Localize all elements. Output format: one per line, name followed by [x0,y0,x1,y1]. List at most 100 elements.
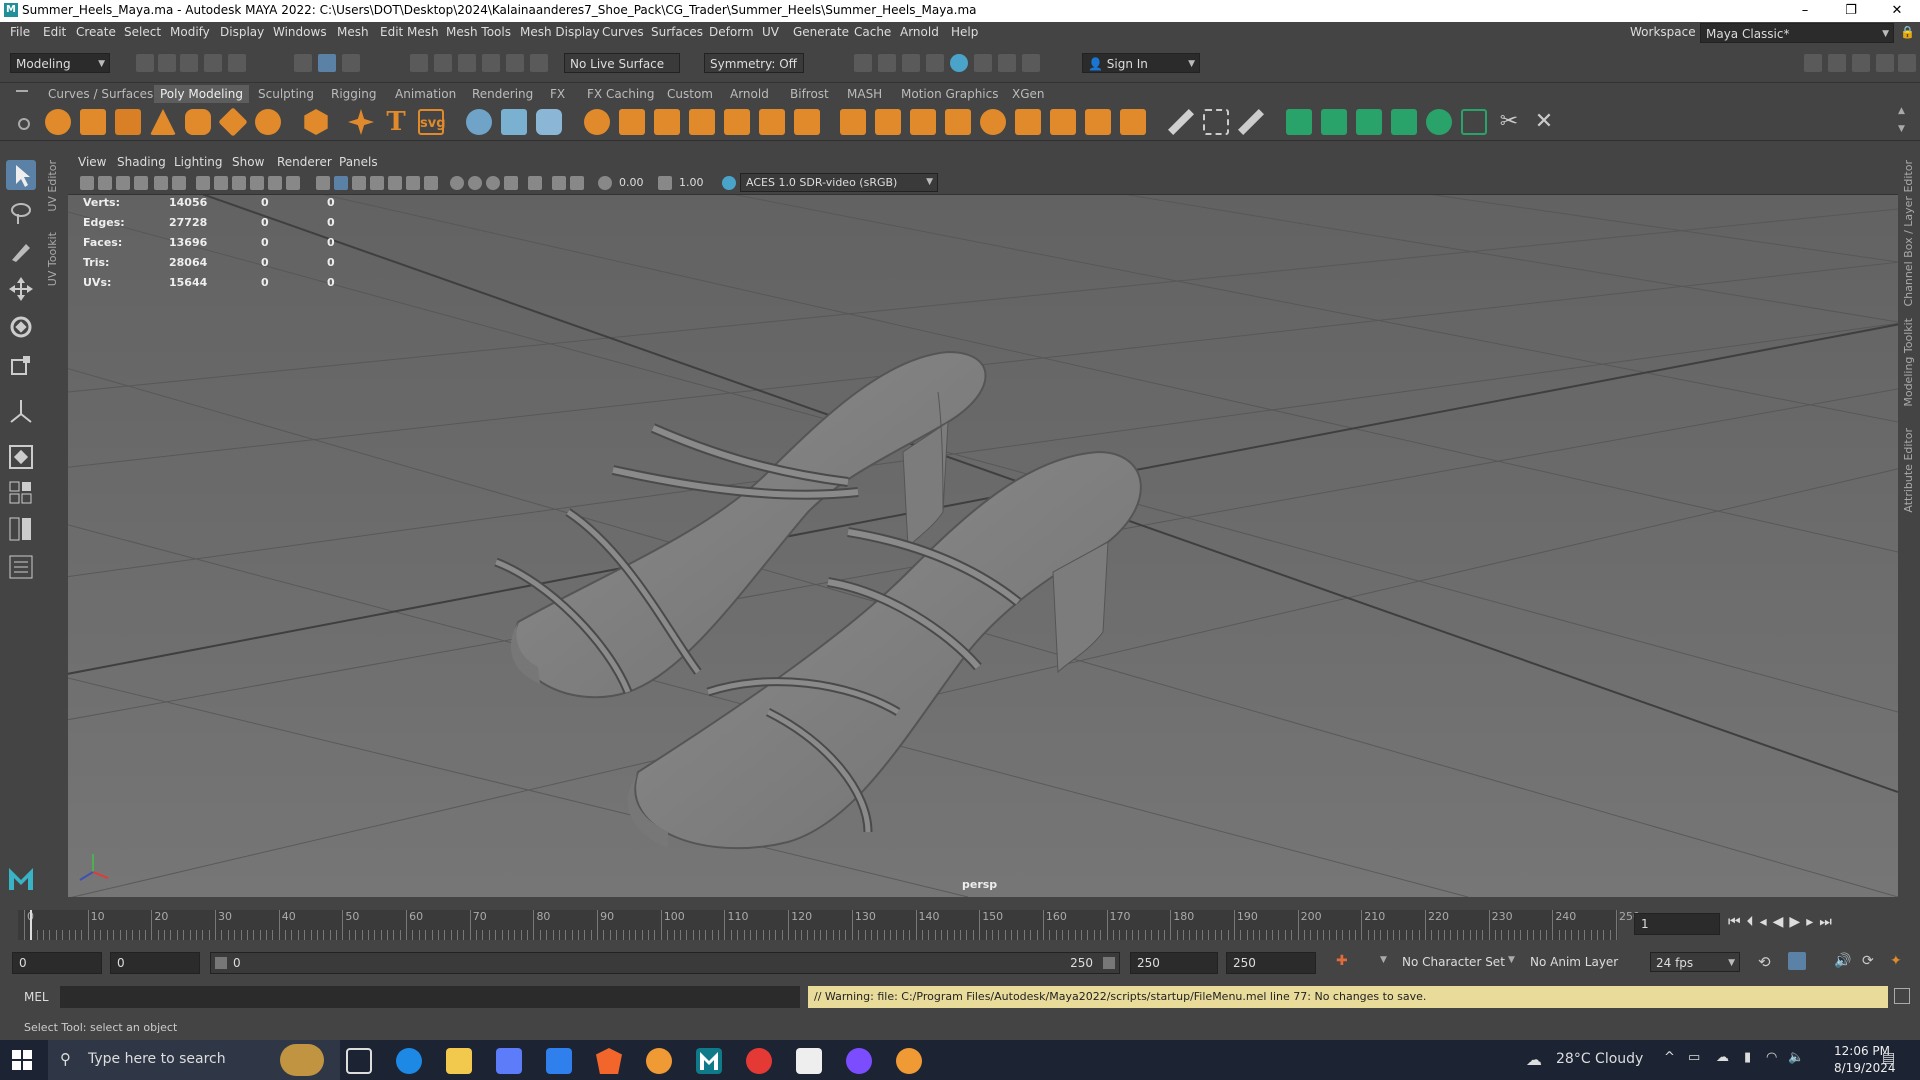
start-time-field[interactable]: 0 [12,952,102,974]
four-view-layout-icon[interactable] [6,478,36,508]
uv-tool-icon[interactable] [501,109,527,135]
snap-grid-icon[interactable] [410,54,428,72]
boolean-icon[interactable] [724,109,750,135]
blender-icon[interactable] [646,1048,672,1074]
side-tab-channel-box[interactable]: Channel Box / Layer Editor [1902,160,1915,307]
chevron-down-icon[interactable]: ▼ [1508,955,1515,965]
timeline-settings-icon[interactable] [1788,952,1806,970]
open-scene-icon[interactable] [158,54,176,72]
toggle-attribute-editor-icon[interactable] [1828,54,1846,72]
live-surface-field[interactable]: No Live Surface [564,53,680,73]
maximize-button[interactable]: ❐ [1828,0,1874,22]
select-tool-icon[interactable] [6,160,36,190]
uv-cylindrical-icon[interactable] [1321,109,1347,135]
depth-of-field-icon[interactable] [504,176,518,190]
move-tool-icon[interactable] [6,274,36,304]
menu-mesh[interactable]: Mesh [337,25,369,39]
menu-edit[interactable]: Edit [43,25,66,39]
side-tab-uv-toolkit[interactable]: UV Toolkit [46,232,59,286]
panel-menu-view[interactable]: View [78,155,106,169]
snap-curve-icon[interactable] [434,54,452,72]
tab-fx[interactable]: FX [550,87,565,101]
lock-icon[interactable]: 🔒 [1900,25,1915,39]
tab-rigging[interactable]: Rigging [331,87,376,101]
fps-dropdown[interactable]: 24 fps ▼ [1650,952,1740,972]
uv-unfold-icon[interactable] [1426,109,1452,135]
minimize-button[interactable]: – [1782,0,1828,22]
gamma-icon[interactable] [658,176,672,190]
volume-icon[interactable]: 🔈 [1788,1050,1804,1065]
panel-menu-lighting[interactable]: Lighting [174,155,223,169]
color-management-icon[interactable] [722,176,736,190]
scale-tool-icon[interactable] [6,350,36,380]
offset-edge-loop-icon[interactable] [1050,109,1076,135]
discord-icon[interactable] [846,1048,872,1074]
tab-arnold[interactable]: Arnold [730,87,769,101]
panel-menu-shading[interactable]: Shading [117,155,166,169]
symmetry-dropdown[interactable]: Symmetry: Off [704,53,804,73]
system-tray-icon[interactable]: ▭ [1688,1050,1700,1065]
select-camera-icon[interactable] [80,176,94,190]
gear-icon[interactable] [18,118,30,130]
microsoft-store-icon[interactable] [496,1048,522,1074]
2d-pan-zoom-icon[interactable] [154,176,168,190]
crease-tool-icon[interactable] [1203,109,1229,135]
exposure-icon[interactable] [598,176,612,190]
render-frame-icon[interactable] [878,54,896,72]
blender-alt-icon[interactable] [896,1048,922,1074]
bevel-icon[interactable] [875,109,901,135]
menu-edit-mesh[interactable]: Edit Mesh [380,25,439,39]
range-end-handle[interactable] [1103,957,1115,969]
step-back-key-icon[interactable]: ⏴ [1747,914,1760,930]
uv-cut-icon[interactable]: ✂ [1496,109,1522,135]
menu-arnold[interactable]: Arnold [900,25,939,39]
use-all-lights-icon[interactable] [406,176,420,190]
wireframe-on-shaded-icon[interactable] [370,176,384,190]
poly-plane-icon[interactable] [218,107,248,137]
snap-view-icon[interactable] [482,54,500,72]
tab-animation[interactable]: Animation [395,87,456,101]
wifi-icon[interactable]: ◠ [1766,1050,1777,1065]
two-view-layout-icon[interactable] [6,514,36,544]
select-object-icon[interactable] [318,54,336,72]
go-to-start-icon[interactable]: ⏮ [1728,914,1747,930]
uv-planar-icon[interactable] [1286,109,1312,135]
battery-icon[interactable]: ▮ [1744,1050,1751,1065]
paint-tool-icon[interactable] [1238,109,1264,135]
onedrive-icon[interactable]: ☁ [1716,1050,1729,1065]
poly-cone-icon[interactable] [150,109,176,135]
menu-deform[interactable]: Deform [709,25,754,39]
wireframe-icon[interactable] [316,176,330,190]
ipr-render-icon[interactable] [902,54,920,72]
photos-app-icon[interactable] [796,1048,822,1074]
separate-icon[interactable] [619,109,645,135]
current-frame-field[interactable]: 1 [1634,913,1720,935]
camera-attributes-icon[interactable] [98,176,112,190]
smooth-icon[interactable] [654,109,680,135]
menu-create[interactable]: Create [76,25,116,39]
smooth-shade-icon[interactable] [334,176,348,190]
select-component-icon[interactable] [342,54,360,72]
script-language-label[interactable]: MEL [24,990,49,1004]
rotate-tool-icon[interactable] [6,312,36,342]
pause-icon[interactable] [1022,54,1040,72]
xray-icon[interactable] [552,176,566,190]
command-input[interactable] [60,986,800,1008]
taskbar-search-box[interactable]: ⚲ Type here to search [48,1040,340,1080]
menu-generate[interactable]: Generate [793,25,849,39]
textured-icon[interactable] [388,176,402,190]
save-scene-icon[interactable] [180,54,198,72]
sculpt-tool-icon[interactable] [466,109,492,135]
single-perspective-layout-icon[interactable] [6,442,36,472]
show-manipulator-icon[interactable] [6,396,36,426]
tab-mash[interactable]: MASH [847,87,882,101]
insert-edge-loop-icon[interactable] [1015,109,1041,135]
poly-sphere-icon[interactable] [45,109,71,135]
maya-taskbar-icon[interactable] [696,1048,722,1074]
resolution-gate-icon[interactable] [232,176,246,190]
fill-hole-icon[interactable] [794,109,820,135]
image-plane-icon[interactable] [134,176,148,190]
range-slider-bar[interactable]: 0 250 [210,952,1120,974]
toggle-modeling-toolkit-icon[interactable] [1804,54,1822,72]
snap-surface-icon[interactable] [506,54,524,72]
